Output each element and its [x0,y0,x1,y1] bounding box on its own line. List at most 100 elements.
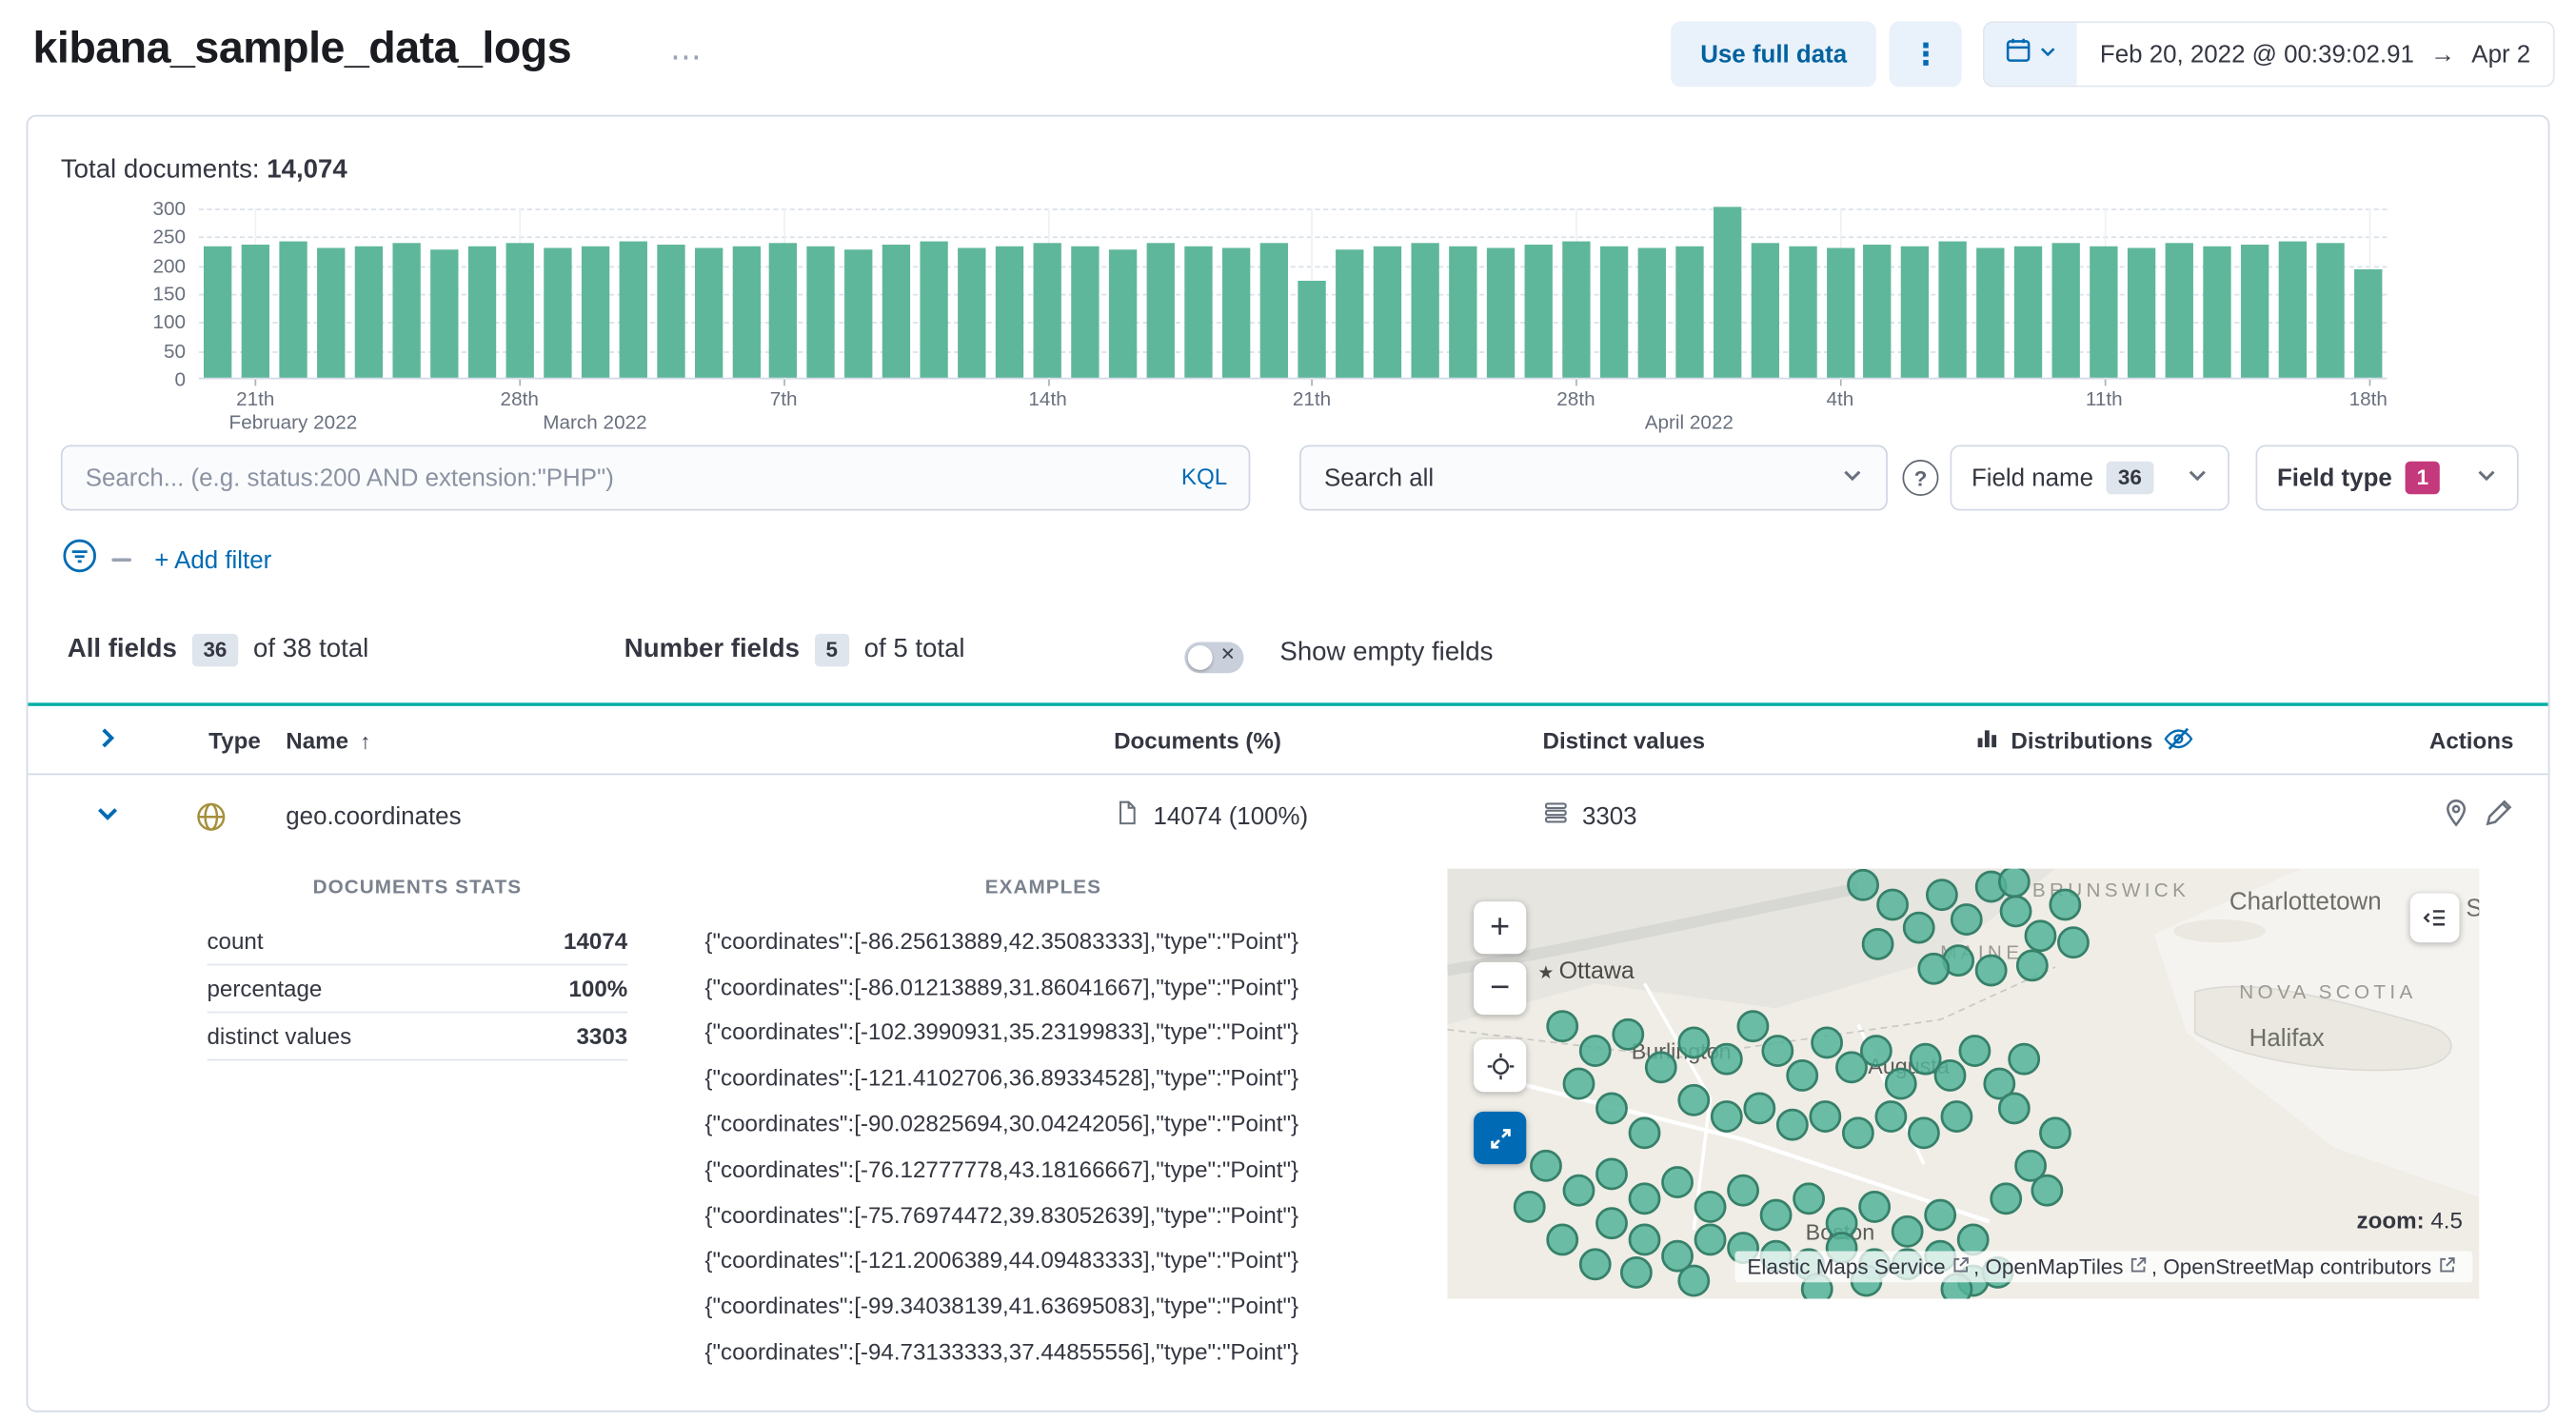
header-name-label: Name [286,727,349,754]
fields-table-header: Type Name ↑ Documents (%) Distinct value… [28,706,2548,776]
date-picker-toggle[interactable] [1985,23,2077,86]
histogram-bar [1750,242,1779,378]
map-data-point [1958,1035,1991,1067]
attribution-link[interactable]: Elastic Maps Service [1747,1254,1945,1279]
y-axis-label: 100 [152,310,187,334]
x-axis-label: 7th [769,387,798,411]
map-pin-icon[interactable] [2442,798,2471,834]
attribution-link[interactable]: OpenMapTiles [1985,1254,2123,1279]
histogram-bar [2203,246,2231,378]
field-name-filter-button[interactable]: Field name 36 [1950,444,2229,511]
map-data-point [1727,1174,1759,1207]
map-data-point [1956,1223,1990,1256]
show-empty-fields-label[interactable]: Show empty fields [1279,639,1493,668]
x-axis-label: 28th [1556,387,1595,411]
date-range-start[interactable]: Feb 20, 2022 @ 00:39:02.91 [2100,40,2414,68]
histogram-bar [1033,243,1062,378]
map-data-point [1809,1100,1842,1133]
external-link-icon [2131,1257,2147,1273]
map-data-point [1997,868,2031,899]
collapse-row-button[interactable] [68,775,147,857]
map-data-point [1677,1083,1711,1116]
query-bar: KQL [60,444,1251,511]
x-tick-mark [519,379,522,386]
header-distributions: Distributions [1974,706,2193,775]
use-full-data-button[interactable]: Use full data [1671,21,1877,88]
x-axis-month-label: February 2022 [228,410,358,434]
map-data-point [1694,1191,1727,1223]
map-data-point [1743,1092,1776,1125]
example-value: {"coordinates":[-86.01213889,31.86041667… [704,973,1299,1000]
expand-map-button[interactable] [1474,1111,1527,1165]
title-options-icon[interactable]: ⋯ [670,39,703,77]
map-data-point [1924,1198,1957,1232]
document-count-chart: 0 50 100 150 200 250 300 21th 28th 7th 14th 21th 28… [28,197,2547,436]
eye-slash-icon[interactable] [2164,723,2193,758]
y-axis-label: 300 [152,197,187,221]
example-value: {"coordinates":[-86.25613889,42.35083333… [704,927,1299,955]
map-data-point [1530,1149,1562,1182]
add-filter-button[interactable]: + Add filter [154,546,271,574]
zoom-in-button[interactable]: + [1474,901,1527,955]
attribution-link[interactable]: OpenStreetMap contributors [2163,1254,2431,1279]
histogram-bar [2316,242,2345,378]
histogram-bar [996,246,1024,378]
search-input[interactable] [60,444,1251,511]
histogram-bar [1976,247,2006,378]
filter-set-icon[interactable] [61,537,99,583]
calendar-icon [2005,36,2032,72]
histogram-bar [1939,241,1968,378]
histogram-bar [1524,244,1553,378]
search-scope-select[interactable]: Search all [1299,444,1888,511]
number-fields-count-badge: 5 [814,633,850,667]
fit-to-data-button[interactable] [1474,1038,1527,1093]
kebab-menu-button[interactable]: ⋮ [1889,21,1962,88]
external-link-icon [2440,1257,2455,1273]
edit-icon[interactable] [2484,798,2513,834]
map-data-point [1513,1191,1546,1223]
map-data-point [2057,926,2090,959]
x-axis-label: 18th [2348,387,2388,411]
y-axis-label: 200 [152,253,187,277]
map-data-point [1628,1223,1661,1256]
header-name[interactable]: Name ↑ [286,706,370,775]
map-data-point [1619,1256,1653,1289]
field-name: geo.coordinates [286,801,462,831]
y-axis-label: 250 [152,225,187,249]
show-empty-fields-toggle[interactable]: ✕ [1184,642,1244,674]
histogram-bar [2090,246,2118,378]
total-documents-value: 14,074 [267,155,347,185]
top-bar: kibana_sample_data_logs ⋯ Use full data … [0,0,2576,109]
map-data-point [1595,1207,1628,1240]
field-type-filter-button[interactable]: Field type 1 [2255,444,2519,511]
histogram-bar [694,247,723,378]
x-axis-label: 28th [500,387,539,411]
map-data-point [1546,1010,1579,1043]
table-row-geo-coordinates[interactable]: geo.coordinates 14074 (100%) 3303 [28,775,2547,857]
histogram-bar [1184,246,1213,378]
examples-list: {"coordinates":[-86.25613889,42.35083333… [704,918,1411,1374]
histogram-bar [958,247,986,378]
map-attribution: Elastic Maps Service, OpenMapTiles, Open… [1734,1251,2473,1283]
header-actions: Actions [2428,727,2514,754]
y-axis-label: 0 [174,367,187,391]
external-link-icon [1953,1257,1970,1273]
map-data-point [1974,954,2008,987]
expand-all-button[interactable] [68,706,147,775]
all-fields-count-badge: 36 [191,633,239,667]
histogram-bar [2354,269,2383,378]
example-value: {"coordinates":[-121.4102706,36.89334528… [704,1064,1299,1091]
collapse-legend-button[interactable] [2409,893,2460,943]
bar-chart-icon [1974,725,1999,755]
date-range-end[interactable]: Apr 2 [2471,40,2530,68]
kql-button[interactable]: KQL [1181,463,1227,489]
histogram-bar [2052,243,2081,378]
zoom-out-button[interactable]: − [1474,961,1527,1016]
map-data-point [1907,1116,1940,1150]
x-tick-mark [1839,379,1842,386]
map-data-point [1546,1223,1579,1256]
x-tick-mark [1311,379,1314,386]
zoom-indicator: zoom: 4.5 [2357,1207,2463,1234]
help-icon[interactable]: ? [1902,460,1939,496]
histogram-bar [656,244,684,378]
